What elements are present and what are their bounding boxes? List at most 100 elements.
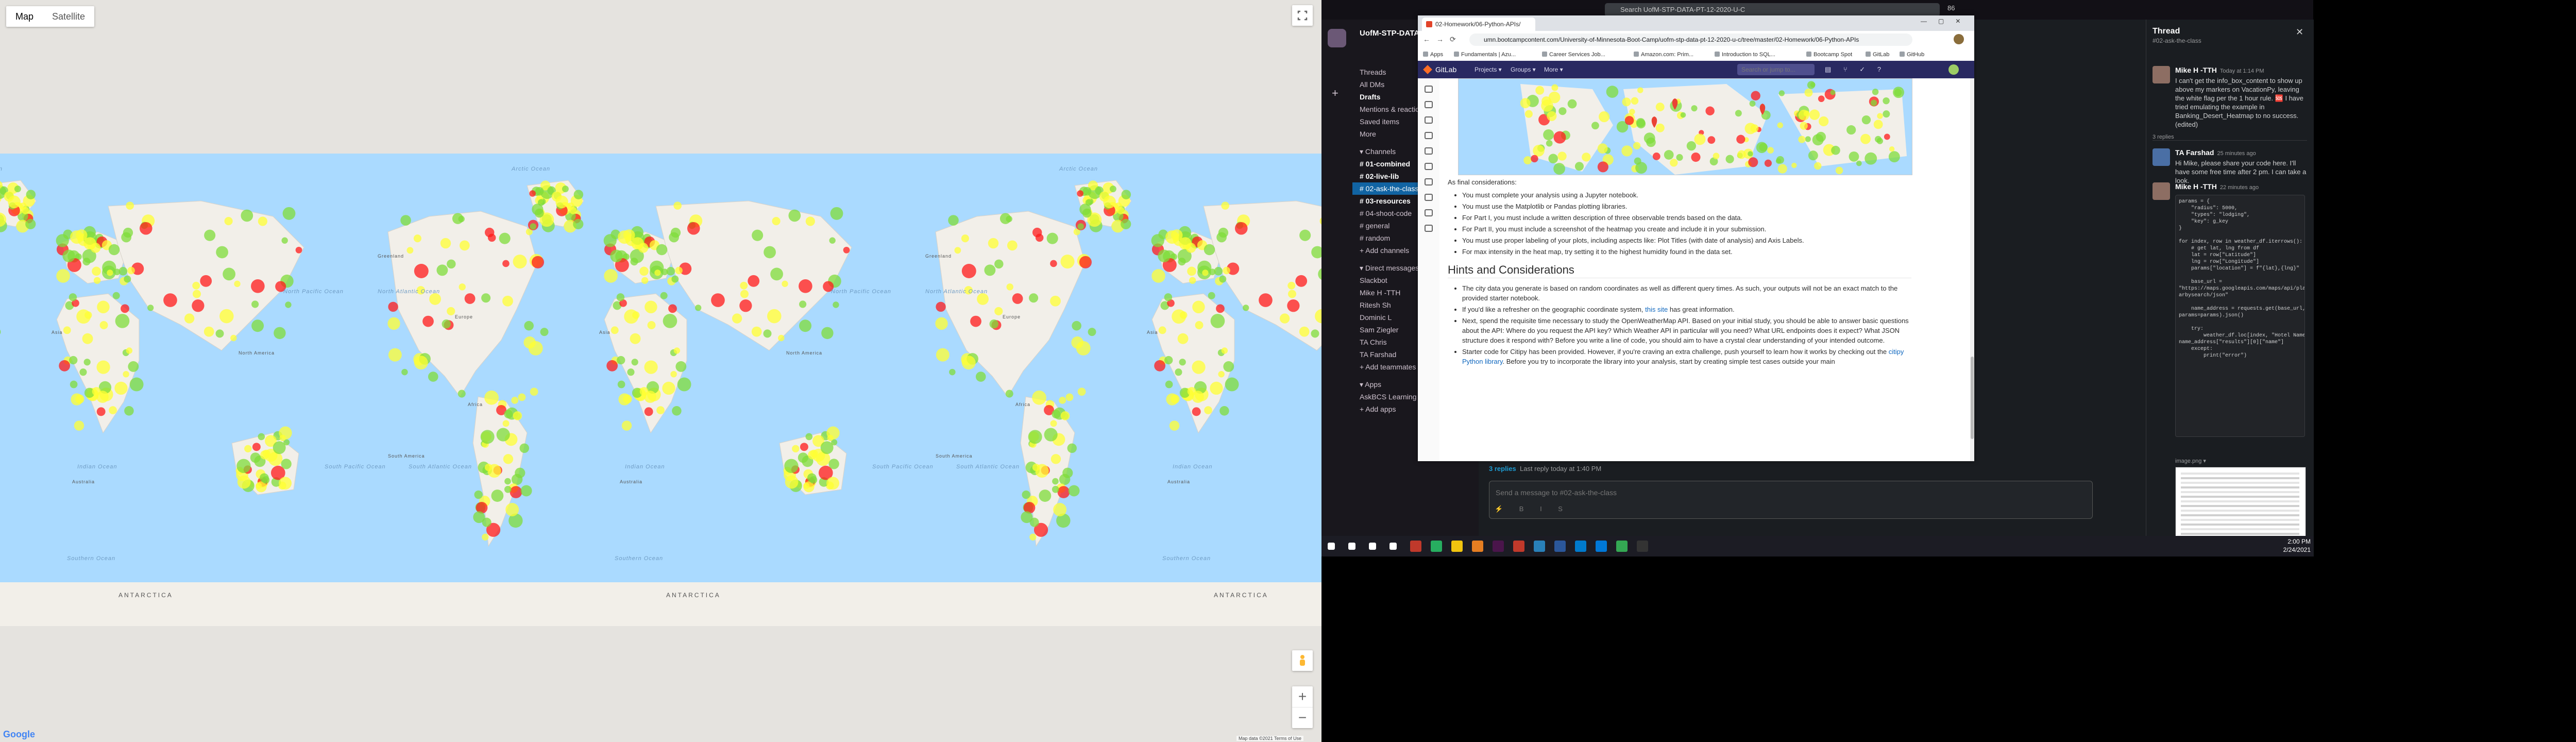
gitlab-search-input[interactable] [1737, 64, 1815, 75]
slack-search-input[interactable]: Search UofM-STP-DATA-PT-12-2020-U-C [1605, 3, 1940, 16]
map-type-map-button[interactable]: Map [6, 6, 43, 27]
search-icon[interactable] [1348, 543, 1355, 550]
close-icon[interactable]: ✕ [2296, 27, 2303, 38]
avatar[interactable] [2153, 182, 2170, 200]
gitlab-logo-icon[interactable] [1423, 65, 1432, 74]
ci-cd-icon[interactable] [1425, 147, 1433, 155]
browser-tab[interactable]: 02-Homework/06-Python-APIs/ [1422, 18, 1535, 31]
page-scrollbar[interactable] [1970, 78, 1974, 461]
settings-icon[interactable] [1425, 225, 1433, 232]
heatmap-point [1279, 313, 1290, 324]
message-time[interactable]: Today at 1:14 PM [2220, 68, 2264, 74]
app-icon[interactable] [1431, 541, 1442, 552]
gitlab-menu-more[interactable]: More ▾ [1544, 66, 1563, 73]
thread-channel[interactable]: #02-ask-the-class [2153, 37, 2201, 44]
heatmap-point [732, 313, 742, 324]
bookmark-item[interactable]: Amazon.com: Prim... [1634, 48, 1693, 61]
app-icon[interactable] [1472, 541, 1483, 552]
google-map-panel[interactable]: Map Satellite + − Google Map data ©2021 … [0, 0, 1321, 742]
url-bar[interactable]: umn.bootcampcontent.com/University-of-Mi… [1469, 33, 1912, 46]
bookmark-item[interactable]: Fundamentals | Azu... [1454, 48, 1516, 61]
heatmap-point [1079, 256, 1092, 268]
street-view-pegman-icon[interactable] [1292, 650, 1313, 671]
snippets-icon[interactable] [1425, 209, 1433, 216]
merge-requests-icon[interactable] [1425, 132, 1433, 139]
image-label[interactable]: image.png ▾ [2175, 458, 2206, 464]
heatmap-point [520, 485, 532, 497]
zoom-in-button[interactable]: + [1292, 686, 1313, 707]
zoom-control[interactable]: + − [1292, 686, 1313, 728]
message-time[interactable]: 22 minutes ago [2220, 184, 2259, 191]
heatmap-point [524, 321, 534, 331]
chrome-icon[interactable] [1616, 541, 1628, 552]
repository-icon[interactable] [1425, 101, 1433, 108]
zoom-out-button[interactable]: − [1292, 707, 1313, 728]
word-icon[interactable] [1554, 541, 1566, 552]
fullscreen-icon[interactable] [1292, 5, 1313, 26]
heatmap-point [484, 390, 499, 405]
tab-title: 02-Homework/06-Python-APIs/ [1435, 21, 1521, 28]
vscode-icon[interactable] [1575, 541, 1586, 552]
app-icon[interactable] [1534, 541, 1545, 552]
scrollbar-thumb[interactable] [1971, 357, 1974, 439]
bookmark-item[interactable]: GitHub [1900, 48, 1924, 61]
cortana-icon[interactable] [1369, 543, 1376, 550]
analytics-icon[interactable] [1425, 178, 1433, 185]
heatmap-point [1044, 428, 1058, 442]
taskbar-clock[interactable]: 2:00 PM 2/24/2021 [2264, 537, 2311, 554]
reply-count[interactable]: 3 replies [1489, 465, 1516, 473]
message-author[interactable]: Mike H -TTH [2175, 182, 2217, 191]
mini-heatmap-point [1574, 162, 1584, 171]
map-type-satellite-button[interactable]: Satellite [43, 6, 94, 27]
nav-buttons[interactable]: ←→⟳ [1423, 35, 1462, 44]
heatmap-point [258, 216, 267, 226]
thread-reply-summary[interactable]: 3 replies Last reply today at 1:40 PM [1489, 465, 1601, 473]
operations-icon[interactable] [1425, 163, 1433, 170]
heatmap-point [223, 267, 235, 281]
avatar[interactable] [2153, 66, 2170, 83]
issues-icon[interactable] [1425, 116, 1433, 124]
message-time[interactable]: 25 minutes ago [2217, 150, 2256, 157]
heatmap-point [528, 341, 543, 356]
gitlab-menu-groups[interactable]: Groups ▾ [1511, 66, 1536, 73]
heatmap-point [1178, 258, 1186, 266]
workspace-icon[interactable] [1328, 29, 1346, 47]
heatmap-point [936, 301, 946, 312]
message-input[interactable] [1495, 486, 2063, 499]
heatmap-point [994, 307, 1003, 316]
task-view-icon[interactable] [1389, 543, 1397, 550]
add-workspace-icon[interactable]: + [1332, 87, 1338, 100]
avatar[interactable] [2153, 148, 2170, 166]
app-icon[interactable] [1410, 541, 1421, 552]
wiki-icon[interactable] [1425, 194, 1433, 201]
gitlab-user-avatar[interactable] [1948, 64, 1959, 75]
app-icon[interactable] [1596, 541, 1607, 552]
app-icon[interactable] [1513, 541, 1524, 552]
heatmap-point [644, 391, 656, 403]
gitlab-toolbar-icons[interactable]: ▤ ⑂ ✓ ? [1825, 65, 1886, 74]
mini-heatmap-point [1876, 138, 1883, 144]
gitlab-menu-projects[interactable]: Projects ▾ [1475, 66, 1502, 73]
message-author[interactable]: Mike H -TTH [2175, 66, 2217, 74]
thumbnail-row [2181, 500, 2299, 502]
project-icon[interactable] [1425, 86, 1433, 93]
slack-icon[interactable] [1493, 541, 1504, 552]
map-type-control[interactable]: Map Satellite [6, 6, 95, 27]
bookmark-item[interactable]: Bootcamp Spot [1806, 48, 1852, 61]
bookmark-item[interactable]: Introduction to SQL... [1715, 48, 1775, 61]
map-attribution[interactable]: Map data ©2021 Terms of Use [1236, 736, 1304, 741]
windows-start-icon[interactable] [1328, 543, 1335, 550]
window-controls[interactable]: —▢✕ [1921, 18, 1972, 25]
bookmark-item[interactable]: Career Services Job... [1542, 48, 1605, 61]
terminal-icon[interactable] [1637, 541, 1648, 552]
geo-coordinate-link[interactable]: this site [1645, 306, 1668, 313]
message-author[interactable]: TA Farshad [2175, 148, 2214, 157]
mini-heatmap-point [1557, 151, 1567, 161]
file-explorer-icon[interactable] [1451, 541, 1463, 552]
message-composer[interactable]: ⚡ B I S [1489, 481, 2093, 519]
gitlab-name[interactable]: GitLab [1435, 65, 1456, 74]
bookmark-item[interactable]: Apps [1423, 48, 1443, 61]
profile-avatar[interactable] [1954, 34, 1964, 44]
composer-toolbar[interactable]: ⚡ B I S [1495, 505, 1570, 513]
bookmark-item[interactable]: GitLab [1866, 48, 1889, 61]
